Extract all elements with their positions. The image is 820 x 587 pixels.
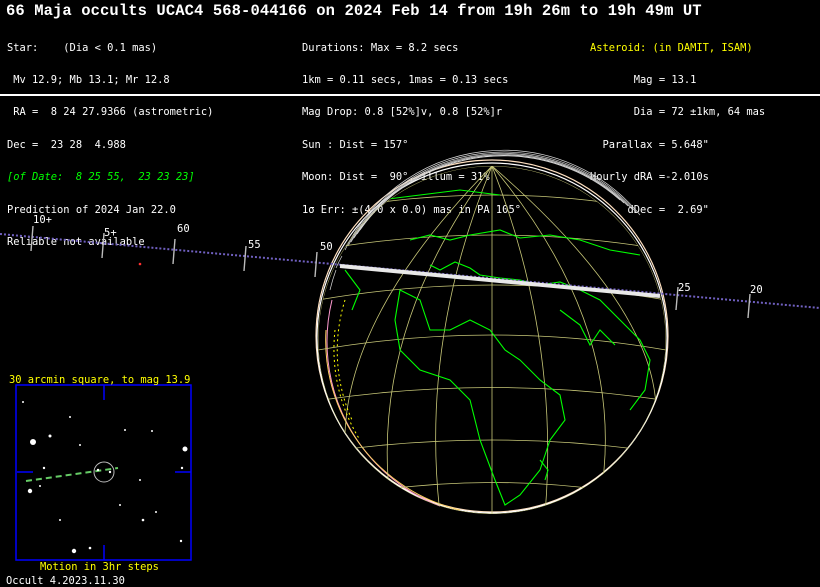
red-marker xyxy=(138,262,142,266)
limit-line xyxy=(336,299,353,421)
version-label: Occult 4.2023.11.30 xyxy=(6,575,125,587)
finder-title: 30 arcmin square, to mag 13.9 xyxy=(9,374,191,386)
globe-grid xyxy=(318,166,666,514)
tick-label-50: 50 xyxy=(320,241,333,253)
finder-caption: Motion in 3hr steps xyxy=(40,561,159,573)
motion-track xyxy=(25,467,119,482)
tick-label-55: 55 xyxy=(248,239,261,251)
finder-chart xyxy=(15,384,192,561)
tick-label-60: 60 xyxy=(177,223,190,235)
occultation-map: 10+ 5+ 60 55 50 25 20 xyxy=(0,149,820,561)
tick-label-10+: 10+ xyxy=(33,214,52,226)
tick-label-5+: 5+ xyxy=(104,227,117,239)
tick-label-25: 25 xyxy=(678,282,691,294)
shadow-path xyxy=(339,264,661,298)
coastlines xyxy=(344,189,661,506)
time-tick-labels: 10+ 5+ 60 55 50 25 20 xyxy=(33,214,763,296)
tick-label-20: 20 xyxy=(750,284,763,296)
